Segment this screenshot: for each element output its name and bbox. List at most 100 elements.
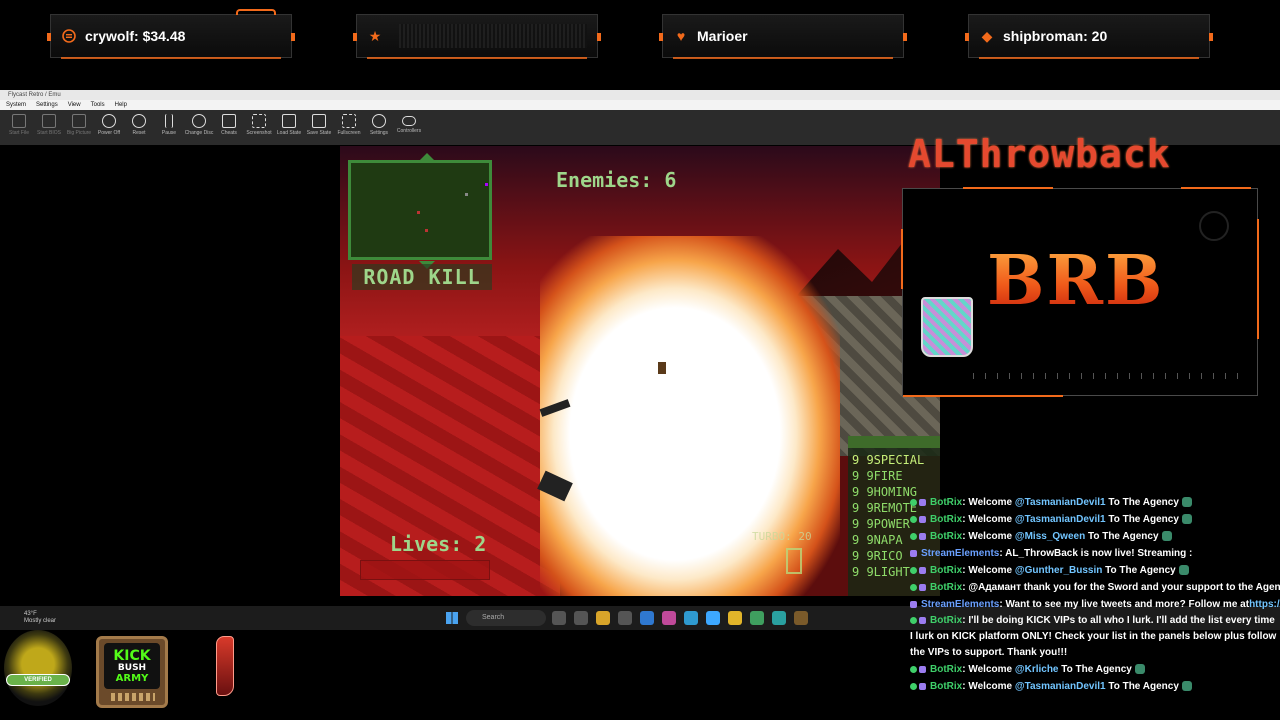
big-picture-button[interactable]: Big Picture [66,114,92,136]
windows-start-icon[interactable] [446,612,458,624]
emote-icon [1181,681,1192,692]
chat-text: To The Agency [1105,681,1179,692]
chat-message: BotRix: @Адамант thank you for the Sword… [906,579,1280,596]
browser-icon[interactable] [684,611,698,625]
start-file-button[interactable]: Start File [6,114,32,136]
chat-username[interactable]: StreamElements [921,599,999,610]
chat-message: StreamElements: Want to see my live twee… [906,596,1280,613]
screenshot-icon [252,114,266,128]
kick-bush-army-badge: KICK BUSH ARMY [96,636,168,708]
menu-view[interactable]: View [68,100,81,110]
cheats-button[interactable]: Cheats [216,114,242,136]
brb-panel: BRB [901,187,1259,397]
bot-badge-icon [919,532,926,540]
chat-username[interactable]: BotRix [930,582,962,593]
chat-username[interactable]: StreamElements [921,548,999,559]
radar-blip [425,229,428,232]
chat-text: : Welcome [962,531,1015,542]
chat-mention[interactable]: @Krliche [1015,664,1059,675]
start-bios-button[interactable]: Start BIOS [36,114,62,136]
chat-username[interactable]: BotRix [930,615,962,626]
change-disc-button[interactable]: Change Disc [185,114,213,136]
app-icon[interactable] [552,611,566,625]
cup-emote-icon [921,297,973,357]
chat-username[interactable]: BotRix [930,565,962,576]
verified-badge-icon [910,682,917,690]
app-icon[interactable] [794,611,808,625]
folder-icon[interactable] [596,611,610,625]
chat-mention[interactable]: https://twitter.com/BadsDemo [1249,599,1280,610]
bot-badge-icon [919,583,926,591]
app-icon[interactable] [640,611,654,625]
panel-ruler [973,373,1247,379]
screenshot-button[interactable]: Screenshot [246,114,272,136]
chat-text: To The Agency [1058,664,1132,675]
reset-button[interactable]: Reset [126,114,152,136]
menu-settings[interactable]: Settings [36,100,58,110]
enemies-counter: Enemies: 6 [556,168,677,192]
chat-message: BotRix: Welcome @TasmanianDevil1 To The … [906,494,1280,511]
emote-icon [1134,664,1145,675]
app-icon[interactable] [618,611,632,625]
menu-tools[interactable]: Tools [91,100,105,110]
debris [658,362,666,374]
chat-mention[interactable]: @TasmanianDevil1 [1015,681,1106,692]
red-mask-icon [216,636,234,696]
alert-placeholder-stripes [399,24,587,48]
chat-mention[interactable]: @TasmanianDevil1 [1015,497,1106,508]
controllers-button[interactable]: Controllers [396,114,422,134]
chat-panel: BotRix: Welcome @TasmanianDevil1 To The … [906,494,1280,720]
chat-text: : @Адамант thank you for the Sword and y… [962,582,1280,593]
power-off-button[interactable]: Power Off [96,114,122,136]
chat-username[interactable]: BotRix [930,497,962,508]
load-state-button[interactable]: Load State [276,114,302,136]
fullscreen-button[interactable]: Fullscreen [336,114,362,136]
alert-bar-tip: crywolf: $34.48 [47,9,295,59]
menu-help[interactable]: Help [115,100,127,110]
settings-button[interactable]: Settings [366,114,392,136]
game-viewport[interactable]: ROAD KILL Enemies: 6 Lives: 2 TURBO: 20 … [340,146,940,596]
pause-button[interactable]: Pause [156,114,182,136]
chat-username[interactable]: BotRix [930,514,962,525]
chat-username[interactable]: BotRix [930,531,962,542]
app-icon[interactable] [750,611,764,625]
chat-mention[interactable]: @Miss_Qween [1015,531,1085,542]
chat-username[interactable]: BotRix [930,664,962,675]
alert-bar-sub: ♥ Marioer [659,14,907,59]
turbo-gauge [786,548,802,574]
chat-text: : Welcome [962,514,1015,525]
weather-widget[interactable]: 43°F Mostly clear [24,611,56,625]
cheats-icon [222,114,236,128]
chat-text: To The Agency [1102,565,1176,576]
chat-mention[interactable]: @Gunther_Bussin [1015,565,1103,576]
bot-badge-icon [910,549,917,557]
chat-username[interactable]: BotRix [930,681,962,692]
emote-icon [1161,531,1172,542]
folder-icon [282,114,296,128]
pause-icon [165,114,173,128]
heart-icon: ♥ [676,28,686,44]
alert-text-tip: crywolf: $34.48 [85,28,186,44]
alert-bar-follow: ★ [353,14,601,59]
save-state-button[interactable]: Save State [306,114,332,136]
verified-badge-icon [910,532,917,540]
taskbar-search[interactable]: Search [466,610,546,626]
verified-badge-icon [910,665,917,673]
browser-icon[interactable] [728,611,742,625]
chat-text: To The Agency [1085,531,1159,542]
emote-icon [1181,497,1192,508]
chat-message: BotRix: Welcome @TasmanianDevil1 To The … [906,511,1280,528]
app-icon[interactable] [662,611,676,625]
diamond-icon: ◆ [981,27,993,44]
chat-mention[interactable]: @TasmanianDevil1 [1015,514,1106,525]
browser-icon[interactable] [706,611,720,625]
monitor-icon [72,114,86,128]
gamepad-icon [402,116,416,126]
radar-blip [485,183,488,186]
weapons-header [848,436,940,448]
app-icon[interactable] [772,611,786,625]
turbo-readout: TURBO: 20 [752,530,812,543]
menu-system[interactable]: System [6,100,26,110]
chat-text: : Welcome [962,565,1015,576]
app-icon[interactable] [574,611,588,625]
